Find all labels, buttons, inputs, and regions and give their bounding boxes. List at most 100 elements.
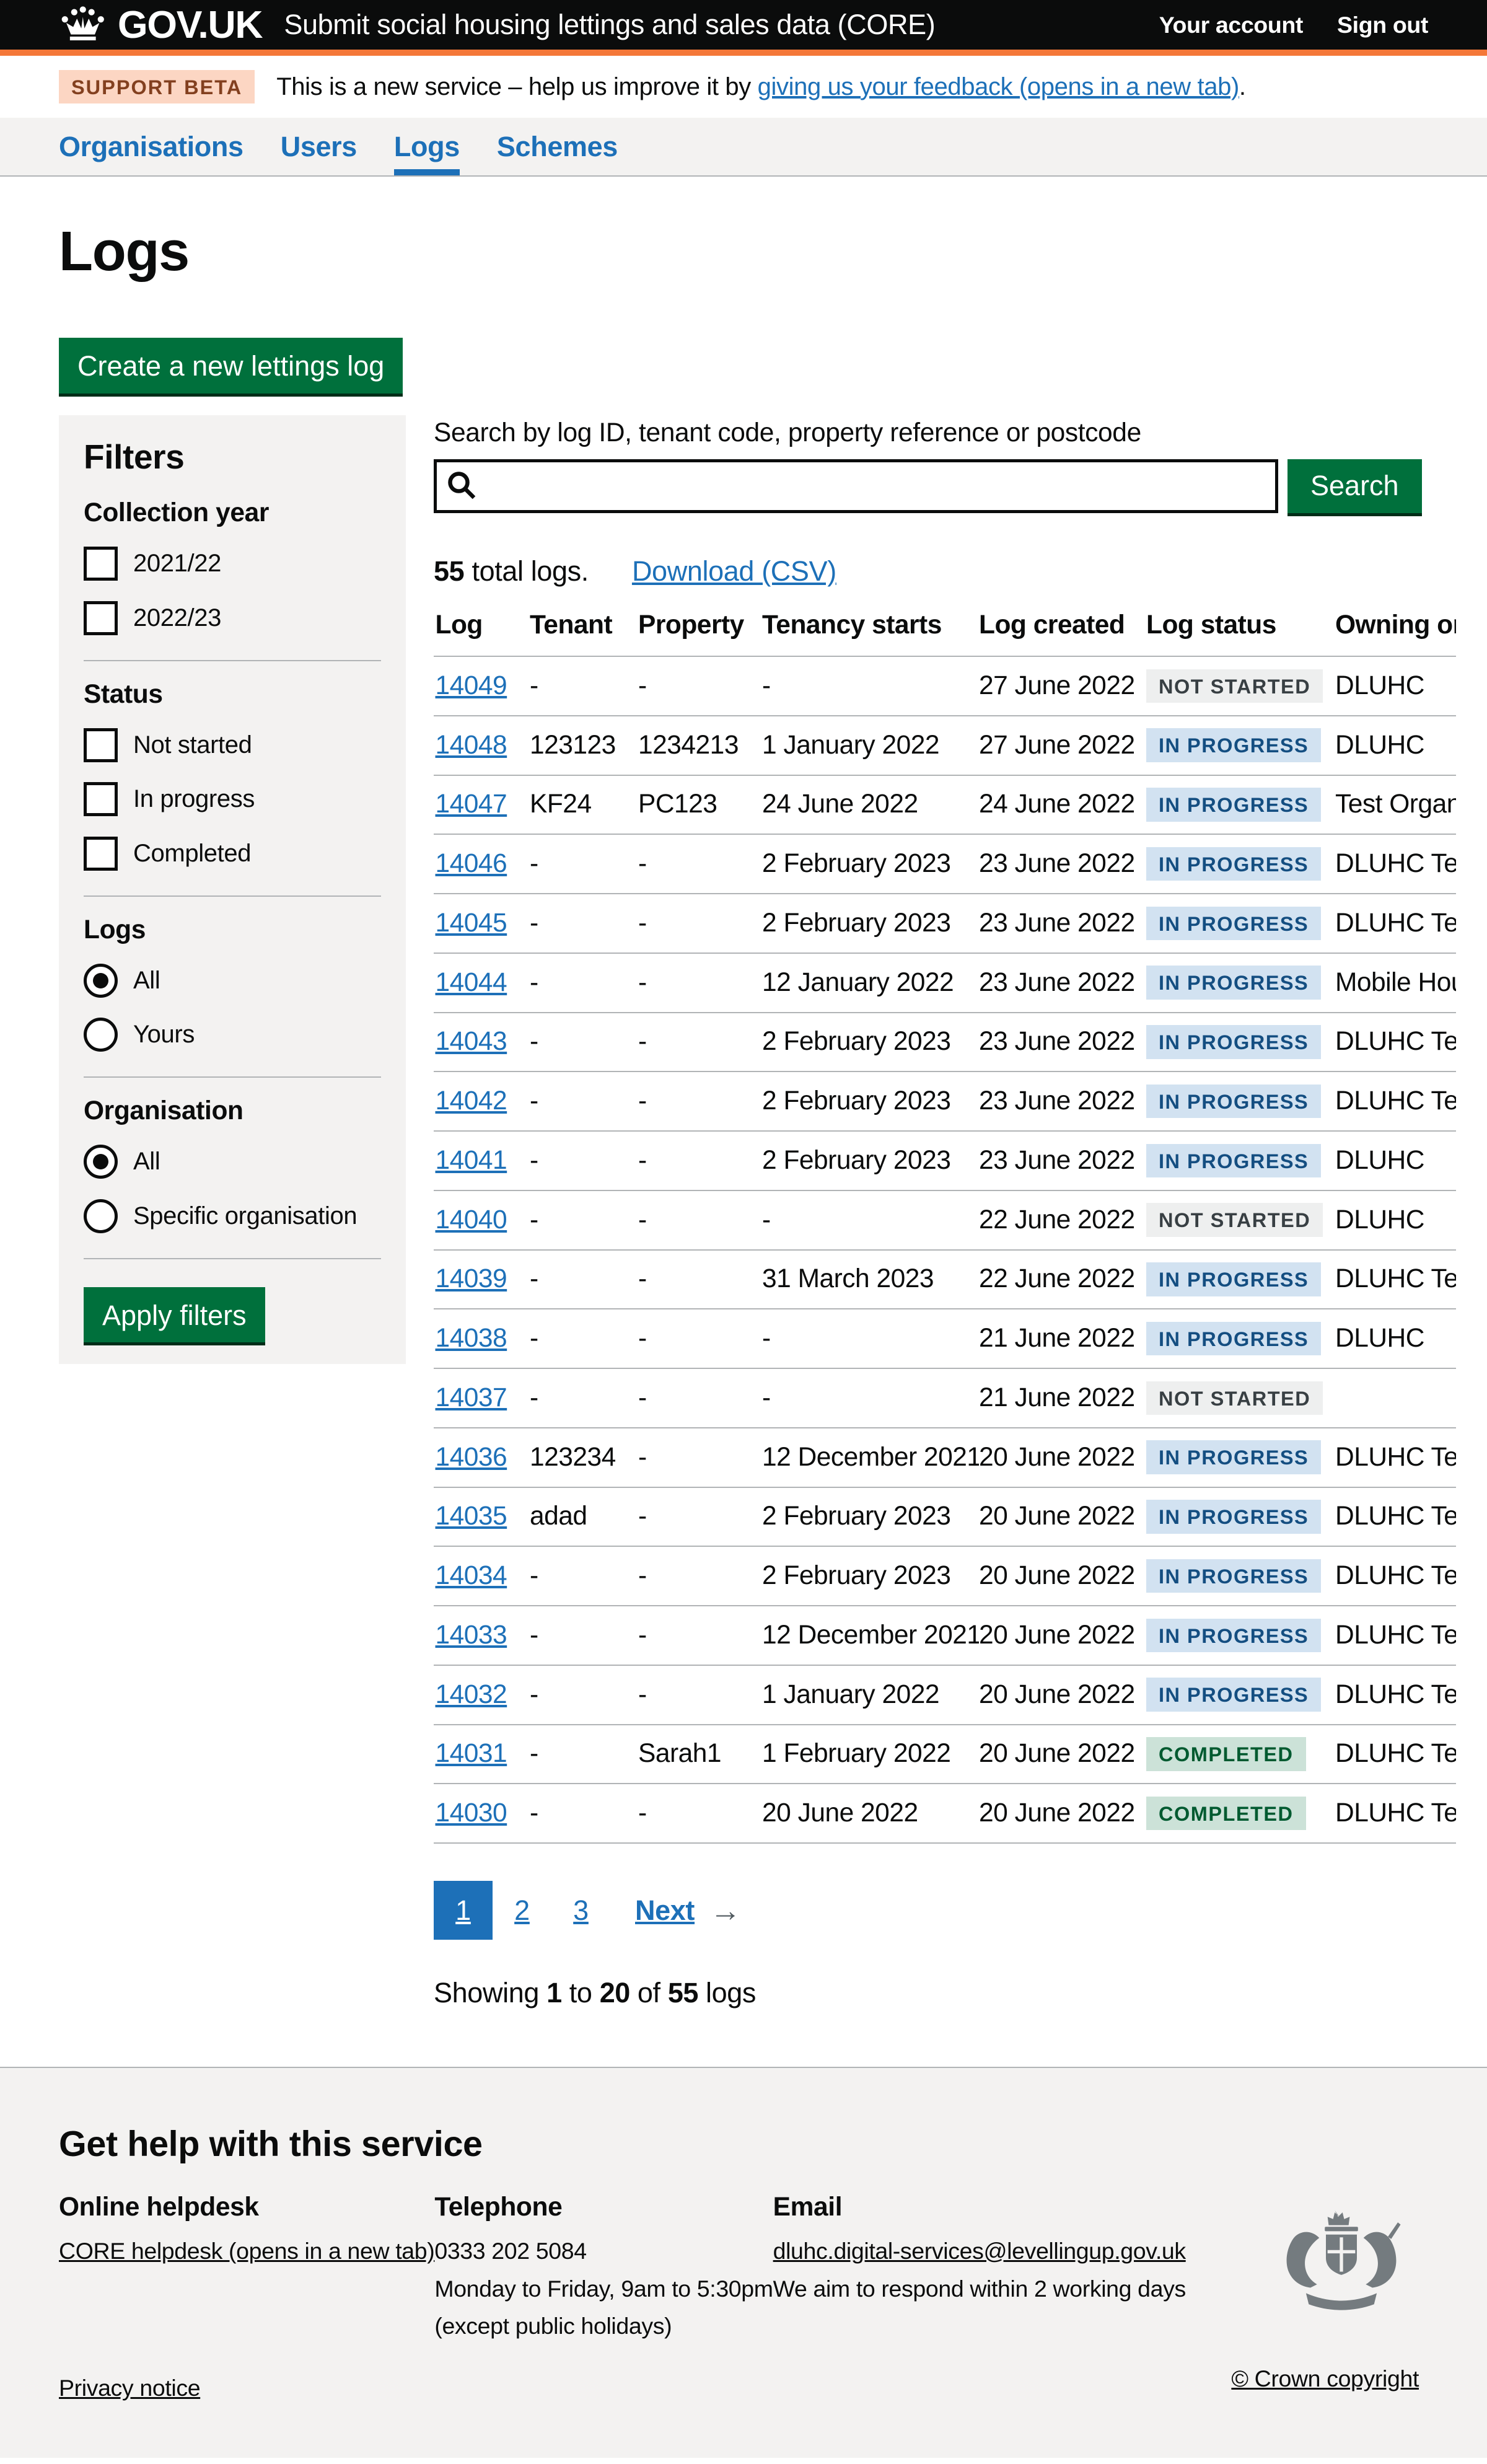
log-id-link[interactable]: 14044: [436, 968, 507, 997]
page-number-link[interactable]: 1: [434, 1881, 493, 1940]
download-csv-link[interactable]: Download (CSV): [632, 555, 836, 587]
govuk-logo-link[interactable]: GOV.UK: [59, 2, 262, 47]
filter-option[interactable]: All: [84, 959, 381, 1002]
status-badge: IN PROGRESS: [1146, 1559, 1321, 1593]
log-id-link[interactable]: 14038: [436, 1324, 507, 1353]
checkbox-control[interactable]: [84, 728, 118, 762]
log-id-link[interactable]: 14036: [436, 1443, 507, 1472]
filter-option-label: Yours: [133, 1021, 195, 1049]
col-header-log: Log: [434, 610, 530, 640]
nav-tab[interactable]: Users: [281, 118, 357, 175]
filter-option[interactable]: In progress: [84, 778, 381, 821]
col-header-tenant: Tenant: [530, 610, 638, 640]
property-cell: -: [638, 1680, 762, 1710]
footer-link[interactable]: dluhc.digital-services@levellingup.gov.u…: [773, 2238, 1186, 2264]
checkbox-control[interactable]: [84, 547, 118, 581]
log-id-link[interactable]: 14034: [436, 1561, 507, 1590]
service-name-link[interactable]: Submit social housing lettings and sales…: [284, 9, 935, 41]
log-id-link[interactable]: 14037: [436, 1383, 507, 1412]
search-input[interactable]: [434, 459, 1278, 514]
table-row: 14044 - - 12 January 2022 23 June 2022 I…: [434, 954, 1456, 1013]
your-account-link[interactable]: Your account: [1159, 12, 1303, 38]
owning-org-cell: DLUHC Tes: [1335, 1443, 1456, 1472]
log-id-cell: 14047: [434, 790, 530, 819]
log-id-link[interactable]: 14042: [436, 1086, 507, 1115]
log-id-link[interactable]: 14048: [436, 731, 507, 760]
filter-option[interactable]: Completed: [84, 832, 381, 875]
nav-tab[interactable]: Schemes: [497, 118, 618, 175]
apply-filters-button[interactable]: Apply filters: [84, 1287, 265, 1343]
owning-org-cell: DLUHC Tes: [1335, 1798, 1456, 1828]
filter-option[interactable]: Specific organisation: [84, 1194, 381, 1238]
create-lettings-log-button[interactable]: Create a new lettings log: [59, 338, 403, 394]
phase-banner-text-prefix: This is a new service – help us improve …: [276, 73, 757, 100]
filter-option[interactable]: 2021/22: [84, 542, 381, 586]
log-id-link[interactable]: 14031: [436, 1739, 507, 1768]
filter-group: Collection year 2021/22: [84, 498, 381, 661]
next-arrow-icon: →: [710, 1893, 741, 1929]
status-badge: IN PROGRESS: [1146, 1440, 1321, 1474]
status-badge: IN PROGRESS: [1146, 1322, 1321, 1356]
filter-option[interactable]: Not started: [84, 723, 381, 767]
log-id-link[interactable]: 14043: [436, 1027, 507, 1056]
log-id-link[interactable]: 14047: [436, 790, 507, 819]
filter-option[interactable]: All: [84, 1140, 381, 1184]
status-badge: IN PROGRESS: [1146, 907, 1321, 941]
filter-option[interactable]: Yours: [84, 1013, 381, 1057]
footer-column-title: Email: [773, 2193, 1186, 2222]
radio-control[interactable]: [84, 1018, 118, 1052]
status-badge: IN PROGRESS: [1146, 966, 1321, 1000]
tenant-cell: 123123: [530, 731, 638, 760]
log-id-link[interactable]: 14039: [436, 1264, 507, 1293]
tenancy-starts-cell: 2 February 2023: [762, 1502, 979, 1531]
radio-control[interactable]: [84, 1199, 118, 1233]
table-row: 14030 - - 20 June 2022 20 June 2022 COMP…: [434, 1784, 1456, 1844]
property-cell: 1234213: [638, 731, 762, 760]
owning-org-cell: DLUHC: [1335, 671, 1456, 701]
status-badge: COMPLETED: [1146, 1797, 1306, 1831]
search-button[interactable]: Search: [1287, 459, 1423, 514]
tenant-cell: -: [530, 1264, 638, 1294]
filter-option[interactable]: 2022/23: [84, 596, 381, 640]
log-id-link[interactable]: 14046: [436, 849, 507, 878]
pagination: 1 2 3 Next →: [434, 1881, 1456, 1940]
checkbox-control[interactable]: [84, 837, 118, 871]
log-id-link[interactable]: 14035: [436, 1502, 507, 1531]
footer-column: Email dluhc.digital-services@levellingup…: [773, 2193, 1186, 2351]
log-id-link[interactable]: 14049: [436, 671, 507, 700]
log-created-cell: 23 June 2022: [979, 968, 1146, 998]
checkbox-control[interactable]: [84, 782, 118, 816]
radio-control[interactable]: [84, 1145, 118, 1179]
tenant-cell: -: [530, 1561, 638, 1591]
log-id-link[interactable]: 14033: [436, 1621, 507, 1650]
status-badge: IN PROGRESS: [1146, 1144, 1321, 1178]
status-badge: NOT STARTED: [1146, 1381, 1323, 1415]
footer-link[interactable]: CORE helpdesk (opens in a new tab): [59, 2238, 434, 2264]
log-created-cell: 20 June 2022: [979, 1621, 1146, 1650]
total-label: total logs.: [464, 555, 589, 587]
phase-banner: SUPPORT BETA This is a new service – hel…: [0, 56, 1487, 118]
page-number-link[interactable]: 3: [551, 1881, 610, 1940]
radio-control[interactable]: [84, 964, 118, 998]
feedback-link[interactable]: giving us your feedback (opens in a new …: [758, 73, 1239, 100]
nav-tab[interactable]: Logs: [394, 118, 460, 175]
log-id-link[interactable]: 14040: [436, 1205, 507, 1234]
log-id-link[interactable]: 14045: [436, 909, 507, 938]
log-id-link[interactable]: 14041: [436, 1146, 507, 1175]
log-id-link[interactable]: 14032: [436, 1680, 507, 1709]
table-row: 14033 - - 12 December 2021 20 June 2022 …: [434, 1606, 1456, 1666]
status-badge: NOT STARTED: [1146, 1203, 1323, 1237]
header-account-nav: Your account Sign out: [1159, 12, 1428, 38]
log-id-link[interactable]: 14030: [436, 1798, 507, 1828]
nav-tab[interactable]: Organisations: [59, 118, 243, 175]
next-page-link[interactable]: Next: [635, 1894, 695, 1927]
log-status-cell: NOT STARTED: [1146, 1381, 1335, 1415]
crown-copyright-link[interactable]: © Crown copyright: [1231, 2365, 1419, 2392]
sign-out-link[interactable]: Sign out: [1337, 12, 1428, 38]
privacy-notice-link[interactable]: Privacy notice: [59, 2375, 200, 2401]
checkbox-control[interactable]: [84, 601, 118, 635]
tenancy-starts-cell: 2 February 2023: [762, 849, 979, 879]
table-row: 14040 - - - 22 June 2022 NOT STARTED DLU…: [434, 1191, 1456, 1251]
page-number-link[interactable]: 2: [493, 1881, 551, 1940]
status-badge: IN PROGRESS: [1146, 1262, 1321, 1296]
